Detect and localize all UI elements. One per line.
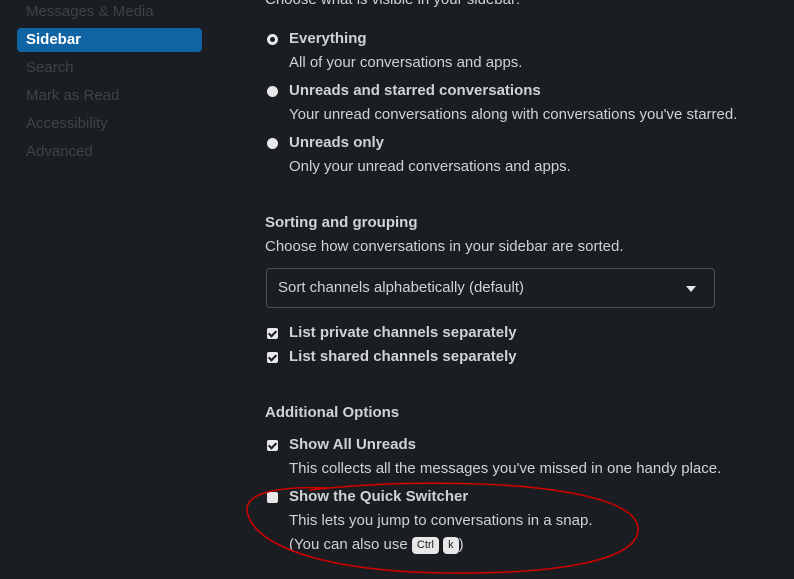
sidebar-item-advanced[interactable]: Advanced <box>17 140 202 164</box>
checkbox-quick-switcher[interactable] <box>267 492 278 503</box>
checkbox-show-all-unreads[interactable] <box>267 440 278 451</box>
option-unreads-only-desc: Only your unread conversations and apps. <box>289 158 571 175</box>
sorting-title: Sorting and grouping <box>265 214 418 231</box>
shortcut-prefix: (You can also use <box>289 536 408 553</box>
checkbox-shared-channels[interactable] <box>267 352 278 363</box>
quick-switcher-desc: This lets you jump to conversations in a… <box>289 512 593 529</box>
shortcut-suffix: ) <box>458 536 464 553</box>
sidebar-item-sidebar[interactable]: Sidebar <box>17 28 202 52</box>
additional-options-title: Additional Options <box>265 404 400 421</box>
sidebar-item-search[interactable]: Search <box>17 56 202 80</box>
sidebar-item-mark-as-read[interactable]: Mark as Read <box>17 84 202 108</box>
k-key: k <box>443 537 459 554</box>
sorting-desc: Choose how conversations in your sidebar… <box>265 238 624 255</box>
sidebar-item-messages-media[interactable]: Messages & Media <box>17 0 202 24</box>
option-everything-label[interactable]: Everything <box>289 30 367 47</box>
sort-select-value: Sort channels alphabetically (default) <box>278 279 524 296</box>
option-unreads-starred-desc: Your unread conversations along with con… <box>289 106 738 123</box>
quick-switcher-shortcut: (You can also use Ctrl k) <box>289 536 464 554</box>
shared-channels-label[interactable]: List shared channels separately <box>289 348 517 365</box>
private-channels-label[interactable]: List private channels separately <box>289 324 517 341</box>
caret-down-icon <box>686 286 696 292</box>
settings-panel: Choose what is visible in your sidebar: … <box>222 0 794 579</box>
quick-switcher-label[interactable]: Show the Quick Switcher <box>289 488 468 505</box>
option-unreads-only-label[interactable]: Unreads only <box>289 134 384 151</box>
show-all-unreads-desc: This collects all the messages you've mi… <box>289 460 722 477</box>
settings-sidebar: Messages & Media Sidebar Search Mark as … <box>0 0 222 579</box>
checkbox-private-channels[interactable] <box>267 328 278 339</box>
option-everything-desc: All of your conversations and apps. <box>289 54 523 71</box>
visibility-intro: Choose what is visible in your sidebar: <box>265 0 520 8</box>
option-unreads-starred-label[interactable]: Unreads and starred conversations <box>289 82 541 99</box>
sidebar-item-accessibility[interactable]: Accessibility <box>17 112 202 136</box>
ctrl-key: Ctrl <box>411 537 439 554</box>
radio-unreads-only[interactable] <box>267 138 278 149</box>
show-all-unreads-label[interactable]: Show All Unreads <box>289 436 416 453</box>
radio-unreads-starred[interactable] <box>267 86 278 97</box>
radio-everything[interactable] <box>267 34 278 45</box>
sort-select[interactable]: Sort channels alphabetically (default) <box>266 268 715 308</box>
